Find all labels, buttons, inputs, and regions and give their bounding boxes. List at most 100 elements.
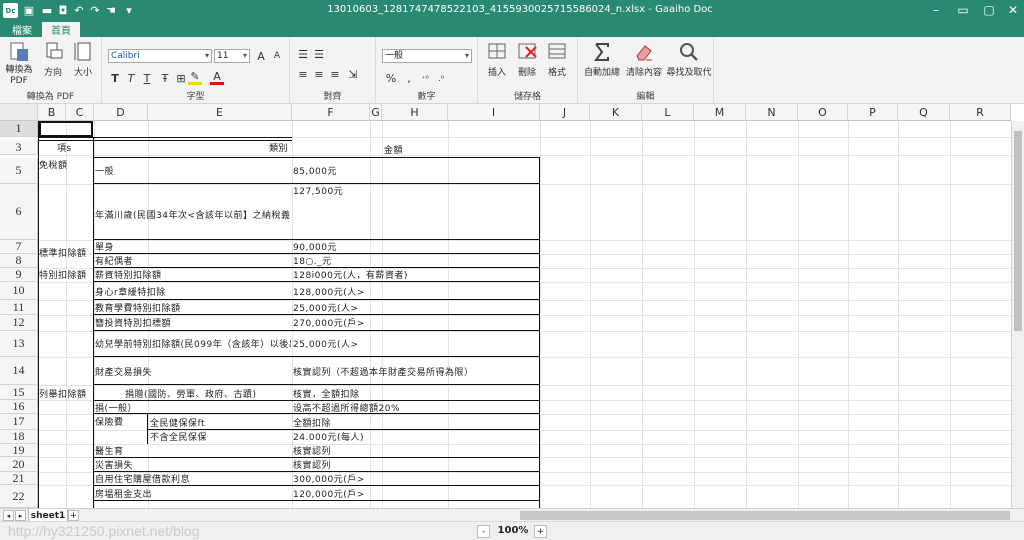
row-header-10[interactable]: 10 [0,282,38,300]
autosum-button[interactable]: 自動加總 [582,41,622,78]
increase-decimal-icon[interactable]: ⁺⁰ [418,71,432,85]
column-header-c[interactable]: C [66,104,94,121]
to-pdf-button[interactable]: 轉換為 PDF [4,41,34,87]
align-left-icon[interactable]: ≡ [296,67,310,81]
column-header-p[interactable]: P [848,104,898,121]
table-border [93,330,539,331]
cell-d20: 災害損失 [95,461,134,471]
column-header-h[interactable]: H [382,104,448,121]
column-header-f[interactable]: F [292,104,370,121]
tab-file[interactable]: 檔案 [4,22,40,37]
clear-content-button[interactable]: 清除內容 [622,41,666,78]
table-border [93,356,539,357]
border-icon[interactable]: ⊞ [174,71,188,85]
column-header-l[interactable]: L [642,104,694,121]
row-header-1[interactable]: 1 [0,121,38,137]
comma-style-icon[interactable]: , [402,71,416,85]
gridline [38,414,1011,415]
size-button[interactable]: 大小 [68,41,98,78]
column-header-k[interactable]: K [590,104,642,121]
row-header-5[interactable]: 5 [0,158,38,184]
column-header-n[interactable]: N [746,104,798,121]
italic-icon[interactable]: T [124,71,138,85]
delete-button[interactable]: 刪除 [512,41,542,78]
align-right-icon[interactable]: ≡ [328,67,342,81]
highlight-icon[interactable]: ✎ [188,70,202,85]
row-header-21[interactable]: 21 [0,471,38,485]
row-header-19[interactable]: 19 [0,443,38,457]
add-sheet-button[interactable]: + [68,510,79,521]
save-icon[interactable]: ◘ [56,3,70,18]
row-header-11[interactable]: 11 [0,300,38,315]
column-header-r[interactable]: R [950,104,1011,121]
align-middle-icon[interactable]: ☰ [312,47,326,61]
status-bar: http://hy321250.pixnet.net/blog - 100% + [0,521,1024,540]
close-icon[interactable]: ✕ [1005,2,1021,18]
horizontal-scroll-thumb[interactable] [520,511,1010,520]
zoom-out-button[interactable]: - [477,525,490,538]
restore-icon[interactable]: ▭ [955,2,971,18]
cell-f18: 24.000元(每人) [293,433,365,443]
tab-home[interactable]: 首頁 [42,22,80,37]
format-button[interactable]: 格式 [542,41,572,78]
row-header-14[interactable]: 14 [0,357,38,385]
bold-icon[interactable]: T [108,71,122,85]
align-top-icon[interactable]: ☰ [296,47,310,61]
column-header-q[interactable]: Q [898,104,950,121]
align-center-icon[interactable]: ≡ [312,67,326,81]
group-label-cells: 儲存格 [513,92,541,102]
font-color-icon[interactable]: A [210,70,224,85]
wrap-text-icon[interactable]: ⇲ [346,67,360,81]
font-name-select[interactable]: Calibri ▾ [108,49,212,63]
column-header-b[interactable]: B [38,104,66,121]
spreadsheet-grid[interactable]: BCDEFGHIJKLMNOPQR 1 3 5 6 7 8 9 10 11 12 13 14 15 16 1… [0,104,1024,508]
undo-icon[interactable]: ↶ [72,3,86,18]
cell-d11: 教育學費特別扣除額 [95,304,181,314]
column-header-g[interactable]: G [370,104,382,121]
next-sheet-icon[interactable]: ▸ [15,510,26,521]
find-replace-button[interactable]: 尋找及取代 [666,41,712,78]
orientation-button[interactable]: 方向 [38,41,68,78]
column-header-i[interactable]: I [448,104,540,121]
row-header-16[interactable]: 16 [0,399,38,414]
select-all-corner[interactable] [0,104,38,121]
row-header-6[interactable]: 6 [0,184,38,240]
open-folder-icon[interactable]: ▬ [40,3,54,18]
column-header-o[interactable]: O [798,104,848,121]
row-header-3[interactable]: 3 [0,140,38,155]
insert-cells-icon [488,43,506,59]
insert-button[interactable]: 插入 [482,41,512,78]
maximize-icon[interactable]: ▢ [981,2,997,18]
zoom-in-button[interactable]: + [534,525,547,538]
selected-cell[interactable] [38,121,93,137]
font-size-select[interactable]: 11 ▾ [214,49,250,63]
row-header-9[interactable]: 9 [0,267,38,282]
shrink-font-icon[interactable]: A [270,49,284,63]
column-header-j[interactable]: J [540,104,590,121]
row-header-17[interactable]: 17 [0,414,38,430]
column-header-m[interactable]: M [694,104,746,121]
row-header-12[interactable]: 12 [0,315,38,331]
percent-style-icon[interactable]: % [384,71,398,85]
prev-sheet-icon[interactable]: ◂ [3,510,14,521]
decrease-decimal-icon[interactable]: .⁰ [434,71,448,85]
new-doc-icon[interactable]: ▣ [22,3,36,18]
customize-toolbar-icon[interactable]: ▾ [122,3,136,18]
hand-tool-icon[interactable]: ☚ [104,3,118,18]
row-header-7[interactable]: 7 [0,239,38,254]
row-header-8[interactable]: 8 [0,253,38,268]
minimize-icon[interactable]: – [928,2,944,18]
number-format-select[interactable]: 一般 ▾ [382,49,472,63]
vertical-scrollbar[interactable] [1011,121,1024,508]
strikethrough-icon[interactable]: Ŧ [158,71,172,85]
row-header-15[interactable]: 15 [0,385,38,400]
row-header-13[interactable]: 13 [0,331,38,357]
scroll-thumb[interactable] [1014,131,1022,331]
format-cells-icon [548,43,566,59]
column-header-e[interactable]: E [148,104,292,121]
redo-icon[interactable]: ↷ [88,3,102,18]
column-header-d[interactable]: D [94,104,148,121]
underline-icon[interactable]: T [140,71,154,85]
grow-font-icon[interactable]: A [254,49,268,63]
row-header-22[interactable]: 22 [0,485,38,508]
